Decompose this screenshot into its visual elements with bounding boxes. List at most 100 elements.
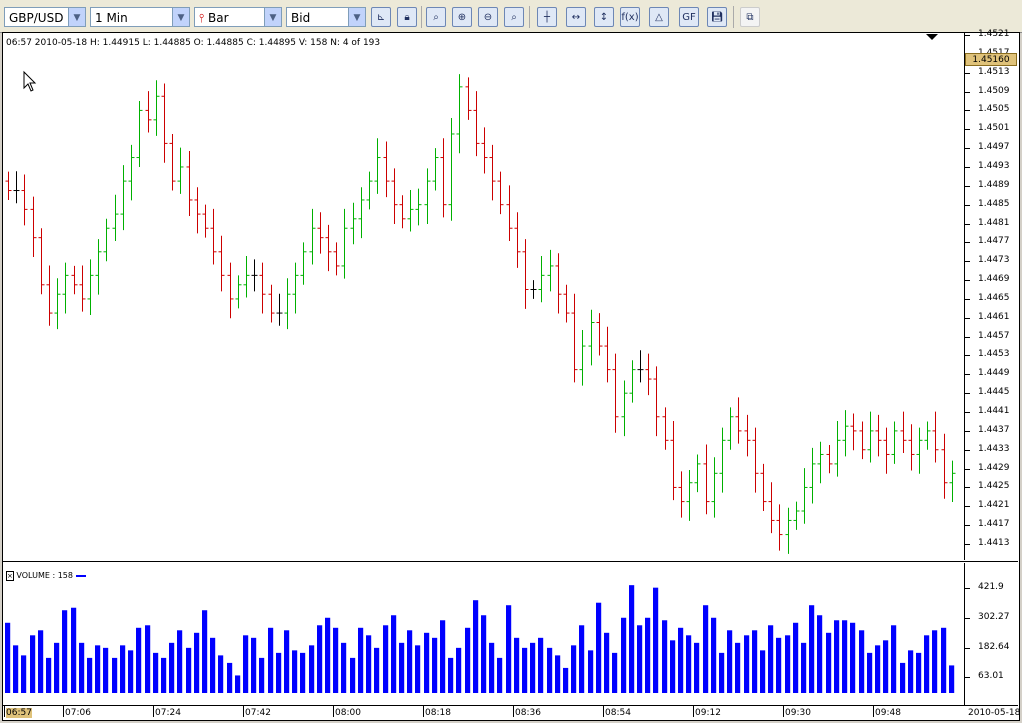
price-bar: [530, 280, 537, 299]
volume-bar: [678, 627, 684, 693]
volume-bar: [481, 615, 487, 693]
volume-bar: [383, 625, 389, 693]
price-bar: [752, 427, 759, 493]
price-bar: [145, 91, 152, 133]
volume-bar: [177, 630, 183, 693]
volume-bar: [350, 657, 356, 693]
price-bar: [924, 421, 931, 450]
price-bar: [842, 410, 849, 457]
volume-bar: [883, 640, 889, 693]
volume-bar: [136, 627, 142, 693]
price-bar: [859, 421, 866, 460]
price-bar: [785, 507, 792, 554]
price-volume-chart: [5, 70, 956, 693]
price-bar: [103, 218, 110, 262]
volume-bar: [949, 665, 955, 693]
volume-bar: [711, 617, 717, 693]
volume-bar: [341, 642, 347, 693]
price-bar: [358, 187, 365, 239]
price-bar: [399, 195, 406, 229]
price-bar: [949, 460, 956, 503]
price-bar: [62, 262, 69, 314]
price-bar: [653, 366, 660, 437]
volume-bar: [530, 642, 536, 693]
price-bar: [908, 424, 915, 471]
volume-bar: [235, 675, 241, 693]
price-bar: [341, 208, 348, 279]
price-bar: [612, 353, 619, 433]
price-bar: [588, 309, 595, 366]
volume-bar: [703, 605, 709, 693]
volume-bar: [612, 652, 618, 693]
volume-bar: [768, 625, 774, 693]
volume-bar: [670, 640, 676, 693]
price-bar: [711, 457, 718, 518]
price-bar: [900, 411, 907, 454]
price-bar: [506, 185, 513, 241]
price-bar: [916, 427, 923, 474]
price-bar: [276, 293, 283, 326]
price-bar: [801, 468, 808, 524]
volume-bar: [621, 617, 627, 693]
price-bar: [703, 444, 710, 515]
price-bar: [768, 482, 775, 534]
price-bar: [538, 256, 545, 303]
price-bar: [489, 144, 496, 201]
price-bar: [875, 414, 882, 457]
volume-bar: [374, 647, 380, 693]
volume-bar: [194, 632, 200, 693]
price-bar: [834, 420, 841, 477]
price-bar: [497, 171, 504, 215]
price-bar: [95, 239, 102, 295]
price-bar: [169, 133, 176, 191]
price-bar: [424, 168, 431, 224]
volume-bar: [522, 647, 528, 693]
volume-bar: [87, 657, 93, 693]
volume-bar: [186, 647, 192, 693]
price-bar: [333, 242, 340, 276]
volume-bar: [358, 627, 364, 693]
price-bar: [407, 190, 414, 232]
price-bar: [177, 147, 184, 194]
price-bar: [309, 208, 316, 265]
price-bar: [850, 413, 857, 451]
volume-bar: [727, 630, 733, 693]
price-bar: [112, 194, 119, 241]
price-bar: [744, 414, 751, 457]
price-bar: [579, 330, 586, 386]
volume-bar: [448, 657, 454, 693]
volume-bar: [161, 657, 167, 693]
volume-bar: [120, 645, 126, 693]
price-bar: [637, 350, 644, 383]
volume-bar: [793, 622, 799, 693]
price-bar: [686, 470, 693, 521]
price-bar: [883, 427, 890, 474]
volume-bar: [145, 625, 151, 693]
volume-bar: [744, 635, 750, 693]
volume-bar: [268, 627, 274, 693]
price-bar: [456, 74, 463, 154]
price-bar: [760, 463, 767, 512]
price-bar: [259, 262, 266, 314]
price-bar: [300, 242, 307, 285]
price-bar: [186, 150, 193, 216]
price-bar: [481, 127, 488, 174]
volume-bar: [153, 652, 159, 693]
volume-bar: [218, 655, 224, 693]
price-bar: [547, 249, 554, 292]
volume-bar: [645, 617, 651, 693]
price-bar: [202, 204, 209, 238]
price-bar: [629, 360, 636, 403]
price-bar: [30, 196, 37, 257]
price-bar: [678, 471, 685, 518]
volume-bar: [834, 620, 840, 693]
price-bar: [596, 313, 603, 356]
volume-bar: [21, 655, 27, 693]
volume-bar: [900, 662, 906, 693]
price-bar: [374, 138, 381, 194]
price-bar: [694, 454, 701, 493]
volume-bar: [128, 650, 134, 693]
volume-bar: [850, 622, 856, 693]
volume-bar: [859, 630, 865, 693]
volume-bar: [169, 642, 175, 693]
